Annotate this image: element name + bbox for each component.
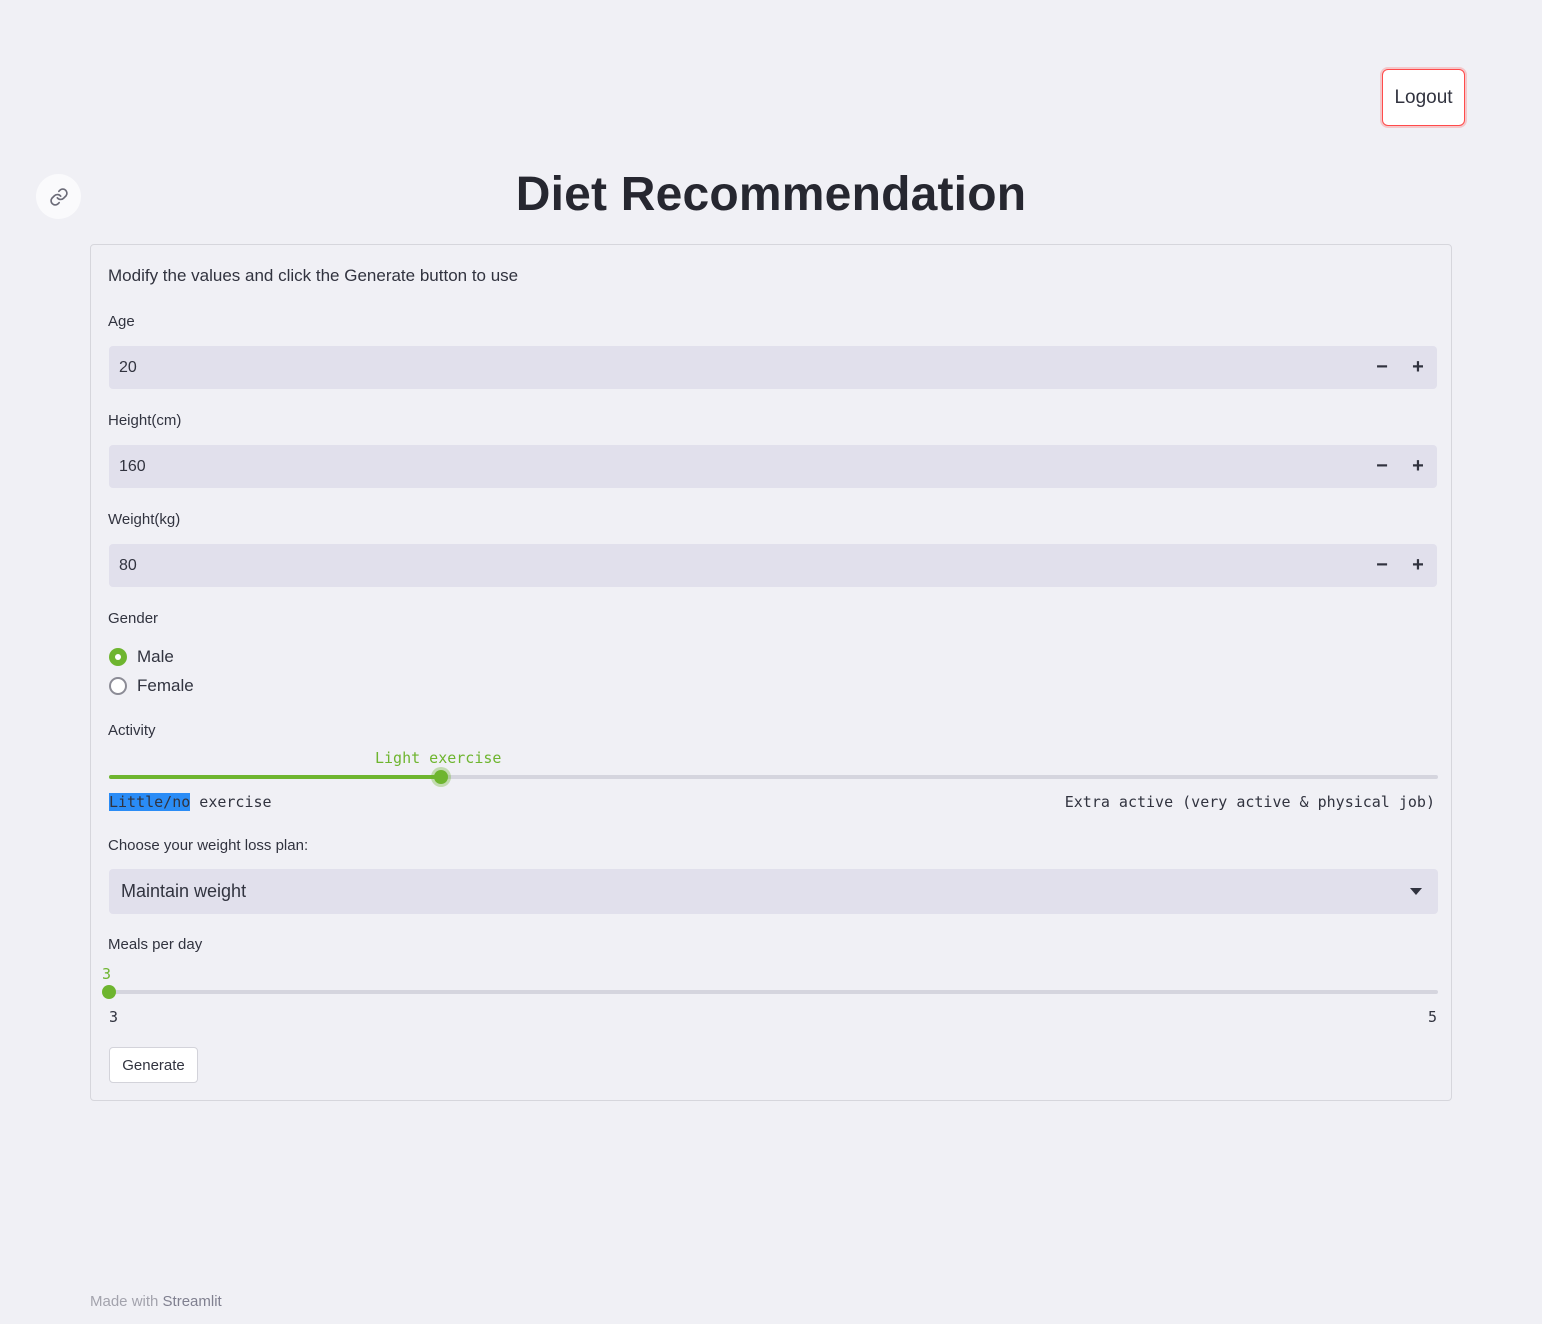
meals-slider-thumb[interactable] [102, 985, 116, 999]
generate-button[interactable]: Generate [109, 1047, 198, 1083]
age-decrement-button[interactable]: − [1364, 346, 1400, 389]
weight-decrement-button[interactable]: − [1364, 544, 1400, 587]
plan-select[interactable]: Maintain weight [109, 869, 1438, 914]
logout-button[interactable]: Logout [1382, 69, 1465, 126]
activity-label: Activity [108, 722, 156, 739]
activity-slider-fill [109, 775, 442, 779]
settings-form: Modify the values and click the Generate… [90, 244, 1452, 1101]
activity-max-label: Extra active (very active & physical job… [1064, 793, 1435, 811]
height-label: Height(cm) [108, 412, 182, 429]
page-title: Diet Recommendation [515, 168, 1027, 221]
height-value[interactable]: 160 [119, 458, 146, 476]
height-input[interactable]: 160 − + [109, 445, 1437, 488]
weight-input[interactable]: 80 − + [109, 544, 1437, 587]
height-increment-button[interactable]: + [1400, 445, 1436, 488]
meals-label: Meals per day [108, 936, 203, 953]
app-page: Logout Diet Recommendation Modify the va… [0, 0, 1542, 1324]
gender-option-label: Male [137, 647, 174, 666]
activity-min-label: Little/no exercise [109, 793, 272, 811]
chevron-down-icon[interactable] [1410, 888, 1422, 895]
activity-min-label-selected: Little/no [109, 793, 191, 811]
gender-option-label: Female [137, 676, 194, 695]
streamlit-link[interactable]: Streamlit [163, 1293, 222, 1310]
footer-prefix: Made with [90, 1293, 159, 1310]
weight-value[interactable]: 80 [119, 557, 137, 575]
meals-max-label: 5 [1427, 1008, 1437, 1026]
activity-slider-thumb[interactable] [434, 770, 449, 784]
age-label: Age [108, 313, 135, 330]
weight-increment-button[interactable]: + [1400, 544, 1436, 587]
gender-label: Gender [108, 610, 159, 627]
activity-min-label-rest: exercise [190, 793, 272, 811]
form-intro: Modify the values and click the Generate… [108, 266, 519, 285]
plan-label: Choose your weight loss plan: [108, 837, 309, 854]
meals-current-value: 3 [102, 965, 112, 983]
age-value[interactable]: 20 [119, 359, 137, 377]
gender-radio-male[interactable]: Male [109, 647, 174, 667]
meals-slider-track[interactable] [109, 990, 1438, 994]
footer: Made with Streamlit [90, 1293, 222, 1310]
meals-min-label: 3 [109, 1008, 119, 1026]
activity-current-value: Light exercise [375, 749, 502, 767]
age-increment-button[interactable]: + [1400, 346, 1436, 389]
radio-unchecked-icon [109, 677, 127, 695]
radio-checked-icon [109, 648, 127, 666]
weight-label: Weight(kg) [108, 511, 181, 528]
gender-radio-female[interactable]: Female [109, 676, 194, 696]
age-input[interactable]: 20 − + [109, 346, 1437, 389]
plan-selected-value: Maintain weight [121, 881, 247, 901]
height-decrement-button[interactable]: − [1364, 445, 1400, 488]
